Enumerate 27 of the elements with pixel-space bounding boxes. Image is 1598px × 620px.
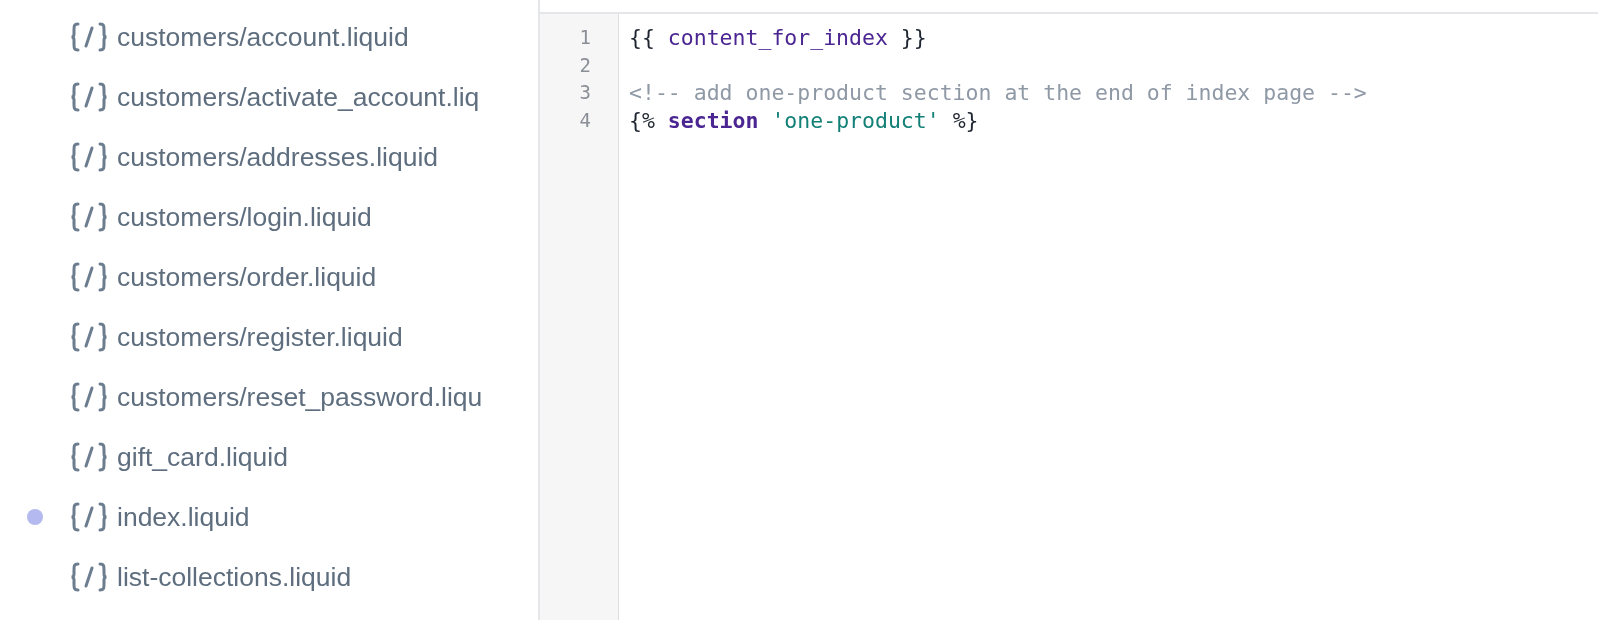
file-name[interactable]: customers/addresses.liquid [117, 141, 439, 173]
liquid-file-icon [70, 202, 108, 232]
liquid-file-icon [70, 142, 108, 172]
file-name[interactable]: customers/account.liquid [117, 21, 409, 53]
file-name[interactable]: index.liquid [117, 501, 250, 533]
file-name[interactable]: customers/register.liquid [117, 321, 403, 353]
liquid-file-icon [70, 382, 108, 412]
code-line: <!-- add one-product section at the end of index page --> [629, 79, 1367, 107]
file-name[interactable]: gift_card.liquid [117, 441, 288, 473]
line-number: 3 [579, 80, 592, 105]
line-number: 4 [579, 107, 592, 133]
file-name[interactable]: customers/login.liquid [117, 201, 372, 233]
liquid-file-icon [70, 322, 108, 352]
liquid-file-icon [70, 562, 108, 592]
file-name[interactable]: customers/reset_password.liqu [117, 381, 483, 413]
code-line: {% section 'one-product' %} [629, 106, 980, 134]
file-name[interactable]: list-collections.liquid [117, 561, 352, 593]
code-line: {{ content_for_index }} [629, 24, 928, 52]
file-name[interactable]: customers/order.liquid [117, 261, 377, 293]
line-number: 1 [579, 25, 592, 50]
file-name[interactable]: customers/activate_account.liq [117, 81, 480, 113]
liquid-file-icon [70, 262, 108, 292]
liquid-file-icon [70, 82, 108, 112]
liquid-file-icon [70, 442, 108, 472]
line-number: 2 [579, 52, 592, 78]
liquid-file-icon [70, 502, 108, 532]
liquid-file-icon [70, 22, 108, 52]
